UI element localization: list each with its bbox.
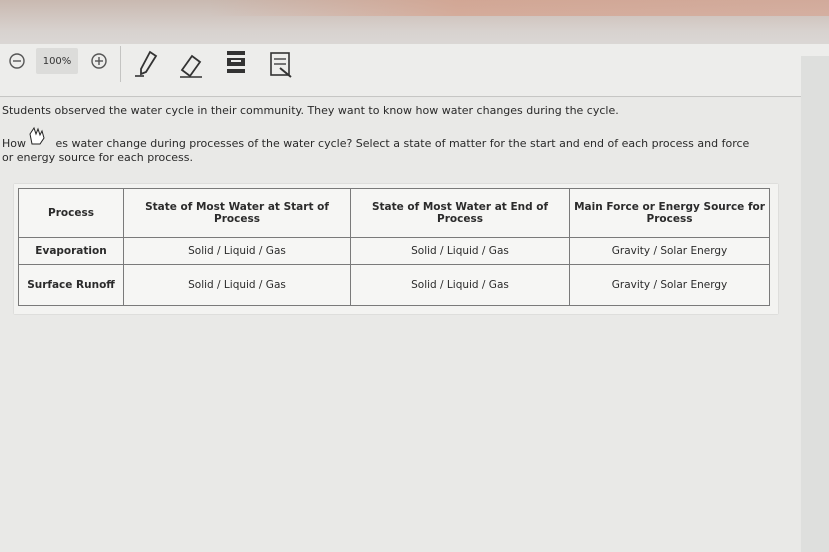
- question-prompt-rest: es water change during processes of the …: [2, 137, 750, 164]
- process-name: Evaporation: [18, 237, 124, 265]
- zoom-out-icon[interactable]: [8, 52, 26, 70]
- eraser-icon[interactable]: [176, 50, 206, 80]
- header-end-state: State of Most Water at End of Process: [350, 188, 570, 238]
- scroll-gutter[interactable]: [801, 56, 829, 552]
- table-header-row: Process State of Most Water at Start of …: [18, 188, 770, 238]
- zoom-level: 100%: [36, 48, 78, 74]
- header-process: Process: [18, 188, 124, 238]
- toolbar-divider: [120, 46, 121, 82]
- question-prompt: How es water change during processes of …: [2, 137, 762, 165]
- table-row: Surface Runoff Solid / Liquid / Gas Soli…: [18, 264, 770, 306]
- pen-icon[interactable]: [132, 48, 162, 78]
- mouse-cursor-icon: [28, 126, 46, 146]
- highlighter-icon[interactable]: [224, 48, 248, 76]
- start-state-choice[interactable]: Solid / Liquid / Gas: [123, 237, 351, 265]
- end-state-choice[interactable]: Solid / Liquid / Gas: [350, 237, 570, 265]
- zoom-in-icon[interactable]: [90, 52, 108, 70]
- process-name: Surface Runoff: [18, 264, 124, 306]
- force-choice[interactable]: Gravity / Solar Energy: [569, 237, 770, 265]
- header-start-state: State of Most Water at Start of Process: [123, 188, 351, 238]
- force-choice[interactable]: Gravity / Solar Energy: [569, 264, 770, 306]
- toolbar: 100%: [0, 44, 829, 97]
- header-force: Main Force or Energy Source for Process: [569, 188, 770, 238]
- end-state-choice[interactable]: Solid / Liquid / Gas: [350, 264, 570, 306]
- answer-table: Process State of Most Water at Start of …: [18, 188, 770, 306]
- question-area: [0, 98, 800, 552]
- table-row: Evaporation Solid / Liquid / Gas Solid /…: [18, 237, 770, 265]
- question-intro: Students observed the water cycle in the…: [2, 104, 619, 117]
- question-prompt-start: How: [2, 137, 30, 150]
- start-state-choice[interactable]: Solid / Liquid / Gas: [123, 264, 351, 306]
- notes-icon[interactable]: [268, 50, 294, 80]
